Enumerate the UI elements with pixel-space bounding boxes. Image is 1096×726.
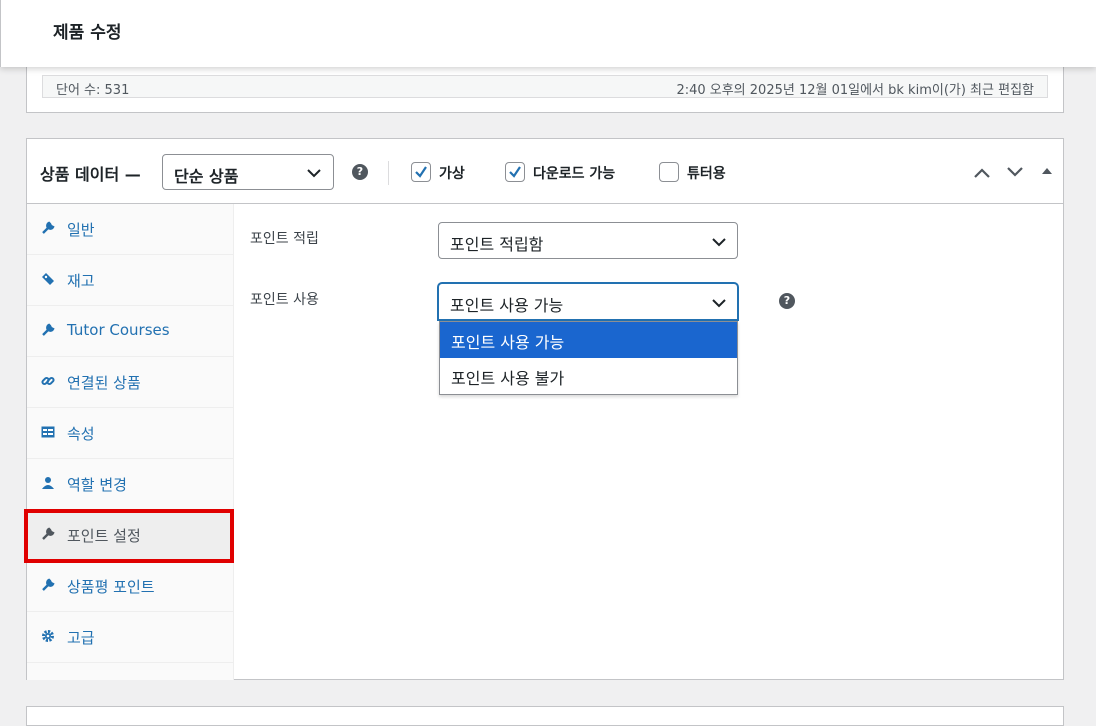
dropdown-option-available[interactable]: 포인트 사용 가능 xyxy=(440,322,737,358)
point-earn-label: 포인트 적립 xyxy=(250,231,319,247)
table-icon xyxy=(41,426,55,438)
point-use-label: 포인트 사용 xyxy=(250,292,319,308)
last-edit-info: 2:40 오후의 2025년 12월 01일에서 bk kim이(가) 최근 편… xyxy=(676,83,1034,98)
page-title: 제품 수정 xyxy=(53,23,122,43)
tag-icon xyxy=(42,273,54,285)
tab-point-settings[interactable]: 포인트 설정 xyxy=(24,509,234,563)
point-use-value: 포인트 사용 가능 xyxy=(450,296,564,315)
move-down-icon[interactable] xyxy=(1006,166,1024,178)
point-earn-select[interactable]: 포인트 적립함 xyxy=(438,222,738,259)
chevron-down-icon xyxy=(307,169,321,178)
tab-role-change[interactable]: 역할 변경 xyxy=(27,459,234,510)
tab-attributes[interactable]: 속성 xyxy=(27,408,234,459)
chevron-down-icon xyxy=(712,299,726,308)
product-data-label: 상품 데이터 — xyxy=(40,165,141,184)
wrench-icon xyxy=(42,323,55,336)
tab-label: 역할 변경 xyxy=(67,476,127,494)
tab-advanced[interactable]: 고급 xyxy=(27,612,234,663)
tab-review-points[interactable]: 상품평 포인트 xyxy=(27,561,234,612)
point-settings-panel: 포인트 적립 포인트 적립함 포인트 사용 포인트 사용 가능 ? 포인트 사용… xyxy=(235,204,1064,680)
check-icon xyxy=(509,166,521,178)
word-count: 단어 수: 531 xyxy=(56,83,130,98)
help-icon[interactable]: ? xyxy=(779,293,795,309)
collapse-toggle-icon[interactable] xyxy=(1041,166,1053,176)
wrench-icon xyxy=(42,221,55,234)
product-data-panel: 상품 데이터 — 단순 상품 ? 가상 다운로드 가능 튜터용 일반 재고 Tu… xyxy=(24,138,1064,680)
word-count-bar: 단어 수: 531 2:40 오후의 2025년 12월 01일에서 bk ki… xyxy=(42,75,1048,98)
tab-label: 연결된 상품 xyxy=(67,374,141,392)
downloadable-checkbox[interactable] xyxy=(505,162,525,182)
help-icon[interactable]: ? xyxy=(352,164,368,180)
tab-general[interactable]: 일반 xyxy=(27,204,234,255)
tab-inventory[interactable]: 재고 xyxy=(27,255,234,306)
tab-label: 재고 xyxy=(67,272,95,290)
gear-icon xyxy=(42,630,54,642)
move-up-icon[interactable] xyxy=(973,167,991,179)
wrench-icon xyxy=(42,578,55,591)
point-use-dropdown: 포인트 사용 가능 포인트 사용 불가 xyxy=(439,321,738,395)
point-use-select[interactable]: 포인트 사용 가능 xyxy=(438,283,738,320)
link-icon xyxy=(41,376,55,386)
virtual-checkbox[interactable] xyxy=(411,162,431,182)
product-data-tabs: 일반 재고 Tutor Courses 연결된 상품 속성 역할 변경 포인트 … xyxy=(24,204,234,680)
product-type-select[interactable]: 단순 상품 xyxy=(162,154,334,190)
product-type-value: 단순 상품 xyxy=(174,167,239,186)
user-icon xyxy=(42,477,54,489)
downloadable-label: 다운로드 가능 xyxy=(533,166,616,182)
product-data-header: 상품 데이터 — 단순 상품 ? 가상 다운로드 가능 튜터용 xyxy=(27,139,1063,204)
tab-tutor-courses[interactable]: Tutor Courses xyxy=(27,306,234,357)
tab-label: 속성 xyxy=(67,425,95,443)
tab-label: 고급 xyxy=(67,629,95,647)
check-icon xyxy=(415,166,427,178)
top-header: 제품 수정 xyxy=(0,0,1096,67)
point-earn-value: 포인트 적립함 xyxy=(450,235,544,254)
dropdown-option-unavailable[interactable]: 포인트 사용 불가 xyxy=(440,358,737,394)
highlight-annotation xyxy=(24,509,234,563)
tutor-label: 튜터용 xyxy=(687,166,726,182)
chevron-down-icon xyxy=(712,238,726,247)
tab-label: 일반 xyxy=(67,221,95,239)
tab-label: Tutor Courses xyxy=(67,321,170,339)
next-metabox xyxy=(26,706,1064,726)
virtual-label: 가상 xyxy=(439,166,465,182)
tutor-checkbox[interactable] xyxy=(659,162,679,182)
tab-linked-products[interactable]: 연결된 상품 xyxy=(27,357,234,408)
divider xyxy=(388,161,389,185)
tab-label: 상품평 포인트 xyxy=(67,578,155,596)
